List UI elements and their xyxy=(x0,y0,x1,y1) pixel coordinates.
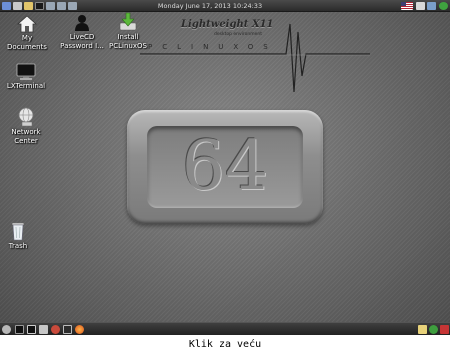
help-icon[interactable] xyxy=(418,325,427,334)
menu-icon[interactable] xyxy=(2,2,11,10)
terminal-icon[interactable] xyxy=(35,2,44,10)
desktop-icon-my-documents[interactable]: My Documents xyxy=(0,15,55,51)
desktop-icon-trash[interactable]: Trash xyxy=(0,221,46,250)
show-desktop-icon[interactable] xyxy=(13,2,22,10)
caption-link[interactable]: Klik za veću xyxy=(0,337,450,353)
version-plaque: 64 xyxy=(127,110,323,224)
us-flag-icon[interactable] xyxy=(401,2,413,10)
home-folder-icon xyxy=(17,15,37,33)
update-check-icon[interactable] xyxy=(429,325,438,334)
network-icon[interactable] xyxy=(427,2,436,10)
desktop-icon-label: Trash xyxy=(8,242,28,250)
brand-word: PCLINUXOS xyxy=(148,43,278,51)
security-shield-icon[interactable] xyxy=(440,325,449,334)
desktop-icon-label: Install xyxy=(117,33,139,41)
brand-title: Lightweight X11 xyxy=(181,19,274,30)
user-silhouette-icon xyxy=(75,15,89,31)
install-download-icon xyxy=(119,12,137,31)
desktop-icon-install-pclinuxos[interactable]: Install PCLinuxOS xyxy=(100,12,156,50)
monitor-icon xyxy=(16,63,36,80)
file-manager-icon[interactable] xyxy=(39,325,48,334)
desktop-icon-lxterminal[interactable]: LXTerminal xyxy=(0,63,54,90)
brand-subtitle: desktop environment xyxy=(214,32,263,37)
top-panel: Monday June 17, 2013 10:24:33 xyxy=(0,0,450,12)
firefox-icon[interactable] xyxy=(75,325,84,334)
network-globe-icon xyxy=(18,107,34,127)
version-plaque-inset: 64 xyxy=(147,126,303,208)
desktop-icon-network-center[interactable]: Network Center xyxy=(0,107,54,145)
file-manager-icon[interactable] xyxy=(24,2,33,10)
keyboard-layout-icon[interactable] xyxy=(416,2,425,10)
desktop-icon-label: Network xyxy=(11,128,41,136)
desktop-icon-label: My xyxy=(21,34,33,42)
workspace-icon[interactable] xyxy=(57,2,66,10)
display-icon[interactable] xyxy=(63,325,72,334)
start-menu-icon[interactable] xyxy=(2,325,11,334)
version-number: 64 xyxy=(181,127,269,206)
workspace-icon[interactable] xyxy=(68,2,77,10)
terminal-icon[interactable] xyxy=(27,325,36,334)
desktop-icon-label: LXTerminal xyxy=(6,82,46,90)
trash-can-icon xyxy=(11,222,25,241)
logout-icon[interactable] xyxy=(439,2,448,10)
desktop-icon-label: Center xyxy=(14,137,38,145)
desktop-icon-label: PCLinuxOS xyxy=(109,42,147,50)
workspace-icon[interactable] xyxy=(46,2,55,10)
clock[interactable]: Monday June 17, 2013 10:24:33 xyxy=(140,1,280,11)
bottom-panel xyxy=(0,322,450,335)
control-center-icon[interactable] xyxy=(51,325,60,334)
desktop-icon-label: Documents xyxy=(7,43,47,51)
show-desktop-icon[interactable] xyxy=(15,325,24,334)
desktop-screen: Monday June 17, 2013 10:24:33 Lightweigh… xyxy=(0,0,450,335)
